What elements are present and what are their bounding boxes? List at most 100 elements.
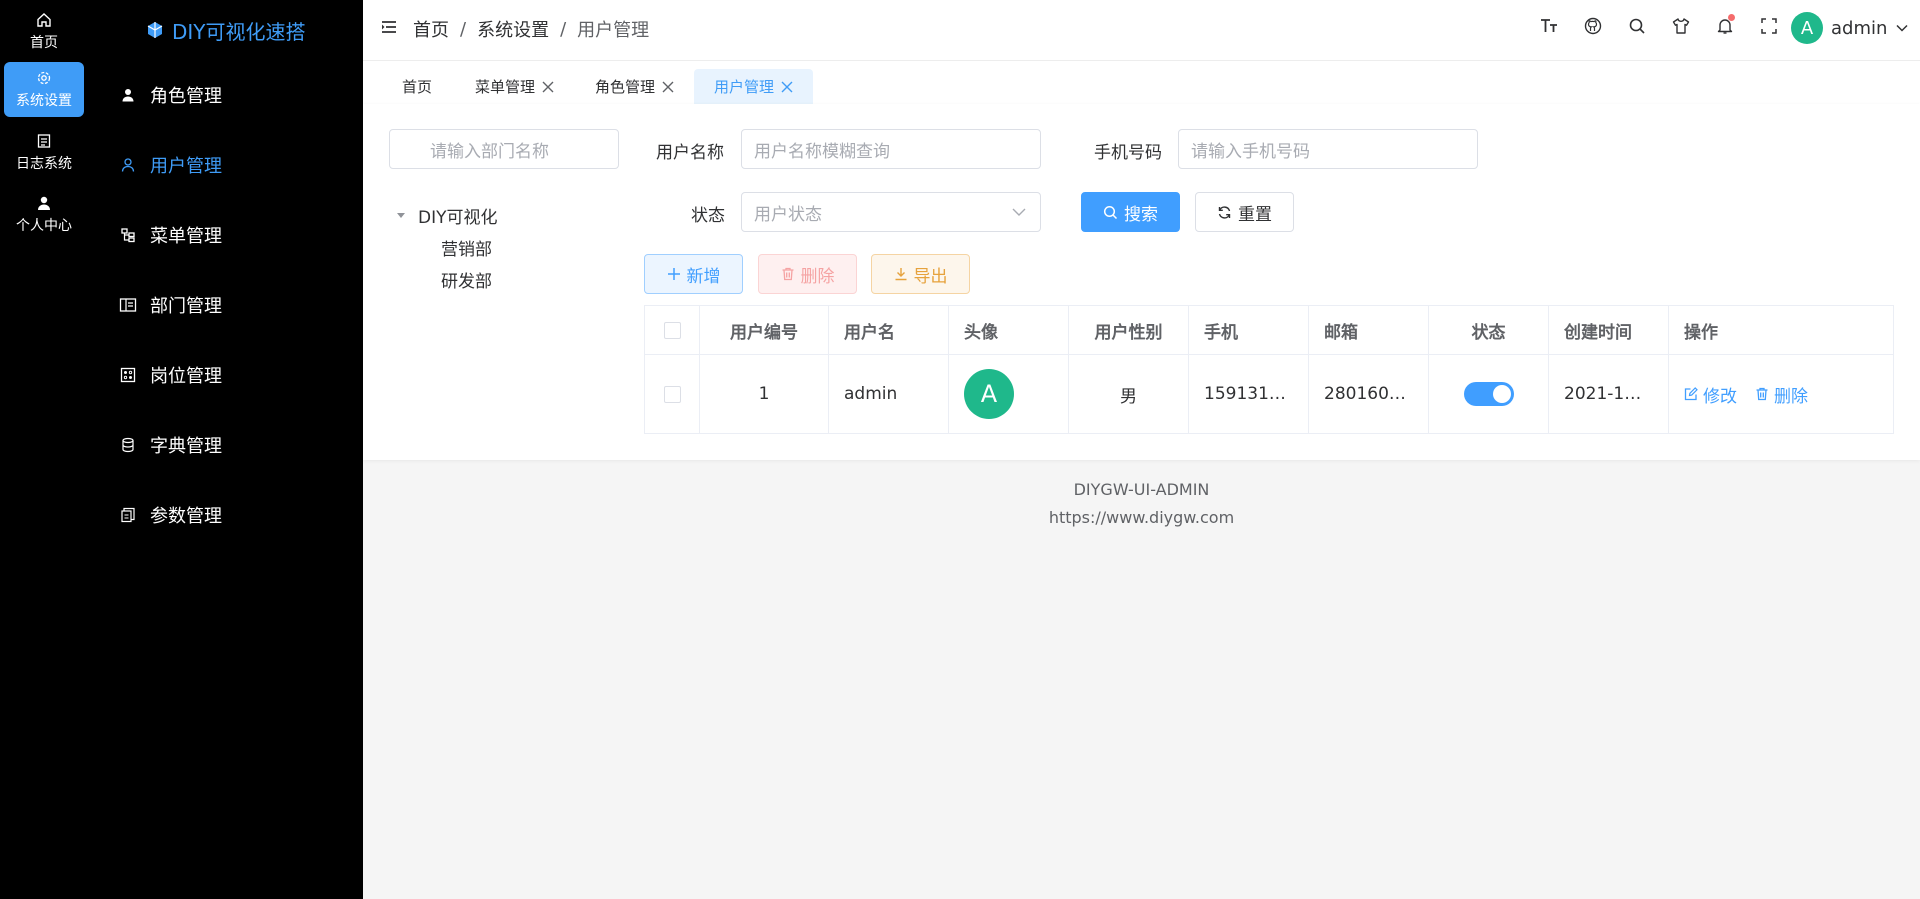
menu-item-department[interactable]: 部门管理: [118, 285, 222, 325]
font-size-icon[interactable]: [1527, 17, 1571, 35]
breadcrumb-separator: /: [460, 18, 467, 40]
cell-gender: 男: [1069, 355, 1189, 433]
close-icon[interactable]: [542, 81, 554, 93]
delete-button[interactable]: 删除: [758, 254, 857, 294]
column-header[interactable]: 创建时间: [1549, 306, 1669, 354]
rail-item-system-settings[interactable]: 系统设置: [4, 62, 84, 117]
tab-label: 首页: [402, 78, 433, 96]
caret-down-icon[interactable]: [396, 210, 406, 220]
edit-label: 修改: [1703, 386, 1737, 407]
column-header[interactable]: 用户编号: [700, 306, 829, 354]
menu-item-dictionary[interactable]: 字典管理: [118, 425, 222, 465]
column-header[interactable]: 状态: [1429, 306, 1549, 354]
trash-icon: [781, 267, 795, 281]
brand-name: DIY可视化速搭: [172, 19, 306, 44]
breadcrumb-current: 用户管理: [577, 20, 650, 41]
search-icon: [1103, 205, 1118, 220]
row-checkbox[interactable]: [663, 385, 681, 403]
rail-item-home[interactable]: 首页: [4, 4, 84, 59]
close-icon[interactable]: [781, 81, 793, 93]
github-icon[interactable]: [1571, 17, 1615, 35]
refresh-icon: [1217, 205, 1232, 220]
reset-button-label: 重置: [1238, 204, 1272, 225]
cell-email: 280160522@qq.com: [1309, 355, 1429, 433]
plus-icon: [667, 267, 681, 281]
row-delete-button[interactable]: 删除: [1755, 382, 1808, 407]
chevron-down-icon: [1012, 207, 1026, 217]
tab-role-management[interactable]: 角色管理: [575, 69, 694, 104]
menu-item-user[interactable]: 用户管理: [118, 145, 222, 185]
reset-button[interactable]: 重置: [1195, 192, 1294, 232]
tree-node-marketing[interactable]: 营销部: [396, 231, 498, 263]
close-icon[interactable]: [662, 81, 674, 93]
column-header[interactable]: 头像: [949, 306, 1069, 354]
menu-item-role[interactable]: 角色管理: [118, 75, 222, 115]
gear-icon: [4, 62, 84, 88]
menu-item-menu[interactable]: 菜单管理: [118, 215, 222, 255]
status-switch[interactable]: [1463, 382, 1514, 406]
rail-item-log-system[interactable]: 日志系统: [4, 125, 84, 180]
column-header[interactable]: 用户性别: [1069, 306, 1189, 354]
fullscreen-icon[interactable]: [1747, 17, 1791, 35]
username-input[interactable]: 用户名称模糊查询: [741, 129, 1041, 169]
dept-tree: DIY可视化 营销部 研发部: [396, 199, 498, 295]
tab-user-management[interactable]: 用户管理: [694, 69, 814, 104]
top-header: 首页 / 系统设置 / 用户管理 A admin: [363, 0, 1920, 61]
column-header[interactable]: 邮箱: [1309, 306, 1429, 354]
created-text: 2021-12-01: [1564, 384, 1652, 404]
tab-menu-management[interactable]: 菜单管理: [455, 69, 574, 104]
select-all-checkbox[interactable]: [663, 321, 681, 339]
phone-text: 15913131313: [1204, 384, 1292, 404]
email-text: 280160522@qq.com: [1324, 384, 1412, 404]
search-icon[interactable]: [1615, 17, 1659, 35]
edit-icon: [1684, 387, 1698, 401]
side-menu: DIY可视化速搭 角色管理 用户管理 菜单管理 部门管理 岗位管理 字典管理 参…: [88, 0, 363, 899]
menu-item-params[interactable]: 参数管理: [118, 495, 222, 535]
breadcrumb: 首页 / 系统设置 / 用户管理: [413, 16, 649, 42]
cell-user-id: 1: [700, 355, 829, 433]
rail-item-label: 日志系统: [16, 156, 72, 172]
rail-item-profile[interactable]: 个人中心: [4, 187, 84, 242]
footer-link[interactable]: https://www.diygw.com: [363, 504, 1920, 532]
export-button-label: 导出: [913, 266, 948, 287]
content-card: 请输入部门名称 DIY可视化 营销部 研发部 用户名称 用户名称模糊查询 手机号…: [363, 104, 1920, 460]
tree-node-root[interactable]: DIY可视化: [396, 199, 498, 231]
rail-item-label: 首页: [30, 35, 58, 51]
download-icon: [894, 267, 908, 281]
page-footer: DIYGW-UI-ADMIN https://www.diygw.com: [363, 476, 1920, 532]
shirt-icon[interactable]: [1659, 17, 1703, 35]
bell-icon[interactable]: [1703, 14, 1747, 35]
brand-logo[interactable]: DIY可视化速搭: [146, 16, 306, 44]
breadcrumb-home[interactable]: 首页: [413, 16, 449, 42]
menu-item-label: 字典管理: [150, 436, 222, 457]
column-header[interactable]: 用户名: [829, 306, 949, 354]
tab-label: 用户管理: [714, 78, 775, 96]
export-button[interactable]: 导出: [871, 254, 970, 294]
tab-home[interactable]: 首页: [382, 69, 452, 104]
tree-node-rnd[interactable]: 研发部: [396, 263, 498, 295]
menu-item-label: 参数管理: [150, 506, 222, 527]
log-icon: [4, 125, 84, 151]
menu-item-label: 用户管理: [150, 156, 222, 177]
phone-input[interactable]: 请输入手机号码: [1178, 129, 1478, 169]
header-select-all: [645, 306, 700, 354]
switch-knob: [1492, 385, 1511, 403]
collapse-menu-icon[interactable]: [381, 19, 397, 35]
search-button[interactable]: 搜索: [1081, 192, 1180, 232]
column-header[interactable]: 手机: [1189, 306, 1309, 354]
table-header-row: 用户编号 用户名 头像 用户性别 手机 邮箱 状态 创建时间 操作: [645, 306, 1893, 355]
dept-search-input[interactable]: 请输入部门名称: [389, 129, 619, 169]
cell-created: 2021-12-01: [1549, 355, 1669, 433]
phone-placeholder: 请输入手机号码: [1191, 141, 1310, 162]
footer-title: DIYGW-UI-ADMIN: [1073, 480, 1210, 499]
add-button-label: 新增: [686, 266, 721, 287]
edit-button[interactable]: 修改: [1684, 382, 1737, 407]
status-select[interactable]: 用户状态: [741, 192, 1041, 232]
table-row[interactable]: 1 admin A 男 15913131313 280160522@qq.com…: [645, 355, 1893, 433]
menu-item-post[interactable]: 岗位管理: [118, 355, 222, 395]
tab-label: 角色管理: [595, 78, 656, 96]
breadcrumb-system-settings[interactable]: 系统设置: [477, 16, 549, 42]
add-button[interactable]: 新增: [644, 254, 743, 294]
home-icon: [4, 4, 84, 30]
user-menu[interactable]: A admin: [1791, 12, 1909, 44]
